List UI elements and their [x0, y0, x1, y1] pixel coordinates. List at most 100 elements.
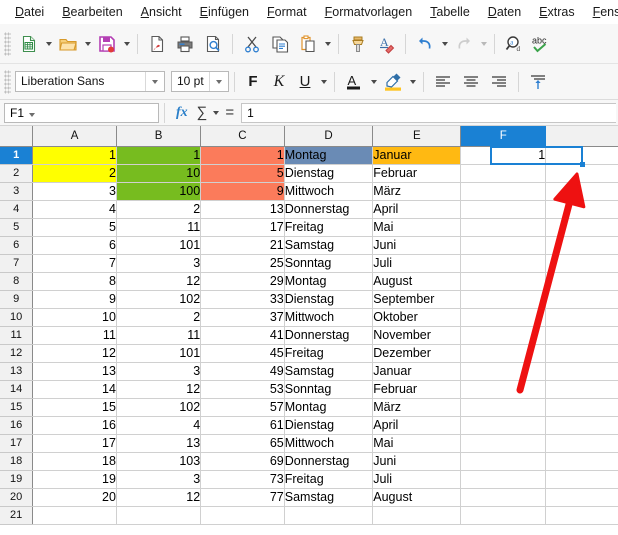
undo-dropdown[interactable] [439, 30, 450, 58]
row-header-14[interactable]: 14 [0, 380, 34, 399]
cell-D16[interactable]: Dienstag [284, 416, 374, 435]
cell-C19[interactable]: 73 [200, 470, 285, 489]
cell-D11[interactable]: Donnerstag [284, 326, 374, 345]
cell-D12[interactable]: Freitag [284, 344, 374, 363]
cell-F6[interactable] [460, 236, 547, 255]
cell-B21[interactable] [116, 506, 202, 525]
cell-B1[interactable]: 1 [116, 146, 202, 165]
sum-dropdown[interactable] [210, 99, 221, 127]
cell-B5[interactable]: 11 [116, 218, 202, 237]
row-header-19[interactable]: 19 [0, 470, 34, 489]
row-header-2[interactable]: 2 [0, 164, 34, 183]
cell-G7[interactable] [545, 254, 618, 273]
cell-C13[interactable]: 49 [200, 362, 285, 381]
cell-F14[interactable] [460, 380, 547, 399]
cell-E9[interactable]: September [372, 290, 462, 309]
align-left-icon[interactable] [429, 68, 457, 96]
clear-formatting-icon[interactable]: A [372, 30, 400, 58]
cell-D7[interactable]: Sonntag [284, 254, 374, 273]
find-replace-icon[interactable]: a d [500, 30, 528, 58]
highlight-color-icon[interactable] [379, 68, 407, 96]
row-header-9[interactable]: 9 [0, 290, 34, 309]
align-center-icon[interactable] [457, 68, 485, 96]
column-header-b[interactable]: B [116, 126, 202, 147]
cell-C12[interactable]: 45 [200, 344, 285, 363]
cell-E18[interactable]: Juni [372, 452, 462, 471]
cell-B15[interactable]: 102 [116, 398, 202, 417]
cell-A6[interactable]: 6 [32, 236, 117, 255]
menu-item-daten[interactable]: Daten [479, 3, 530, 21]
cell-G13[interactable] [545, 362, 618, 381]
cell-G9[interactable] [545, 290, 618, 309]
cell-D5[interactable]: Freitag [284, 218, 374, 237]
cell-A9[interactable]: 9 [32, 290, 117, 309]
cell-D6[interactable]: Samstag [284, 236, 374, 255]
align-top-icon[interactable] [524, 68, 552, 96]
cell-C8[interactable]: 29 [200, 272, 285, 291]
cell-D15[interactable]: Montag [284, 398, 374, 417]
cell-D19[interactable]: Freitag [284, 470, 374, 489]
menu-item-datei[interactable]: Datei [6, 3, 53, 21]
cell-A15[interactable]: 15 [32, 398, 117, 417]
cell-E11[interactable]: November [372, 326, 462, 345]
cell-A14[interactable]: 14 [32, 380, 117, 399]
cell-A10[interactable]: 10 [32, 308, 117, 327]
column-header-f[interactable]: F [460, 126, 547, 147]
cell-C10[interactable]: 37 [200, 308, 285, 327]
cell-G5[interactable] [545, 218, 618, 237]
cell-C11[interactable]: 41 [200, 326, 285, 345]
cell-A12[interactable]: 12 [32, 344, 117, 363]
cell-G10[interactable] [545, 308, 618, 327]
cell-E7[interactable]: Juli [372, 254, 462, 273]
cell-E1[interactable]: Januar [372, 146, 462, 165]
font-name-combobox[interactable]: Liberation Sans [15, 71, 165, 92]
cell-E10[interactable]: Oktober [372, 308, 462, 327]
cell-G18[interactable] [545, 452, 618, 471]
row-header-10[interactable]: 10 [0, 308, 34, 327]
cell-E21[interactable] [372, 506, 462, 525]
column-header-e[interactable]: E [372, 126, 462, 147]
row-header-4[interactable]: 4 [0, 200, 34, 219]
cell-G12[interactable] [545, 344, 618, 363]
cell-C5[interactable]: 17 [200, 218, 285, 237]
cell-C4[interactable]: 13 [200, 200, 285, 219]
cell-D13[interactable]: Samstag [284, 362, 374, 381]
cell-C21[interactable] [200, 506, 285, 525]
column-header-a[interactable]: A [32, 126, 117, 147]
menu-item-tabelle[interactable]: Tabelle [421, 3, 479, 21]
export-pdf-icon[interactable] [143, 30, 171, 58]
cell-C3[interactable]: 9 [200, 182, 285, 201]
undo-icon[interactable] [411, 30, 439, 58]
cell-B3[interactable]: 100 [116, 182, 202, 201]
cell-E15[interactable]: März [372, 398, 462, 417]
row-header-13[interactable]: 13 [0, 362, 34, 381]
cell-E8[interactable]: August [372, 272, 462, 291]
spelling-icon[interactable]: abc [528, 30, 556, 58]
cell-B19[interactable]: 3 [116, 470, 202, 489]
row-header-18[interactable]: 18 [0, 452, 34, 471]
row-header-8[interactable]: 8 [0, 272, 34, 291]
cell-A2[interactable]: 2 [32, 164, 117, 183]
cell-D9[interactable]: Dienstag [284, 290, 374, 309]
formula-icon[interactable]: = [221, 104, 241, 121]
cell-F1[interactable]: 1 [460, 146, 547, 165]
cell-F3[interactable] [460, 182, 547, 201]
cell-D21[interactable] [284, 506, 374, 525]
cell-F20[interactable] [460, 488, 547, 507]
open-document-dropdown[interactable] [82, 30, 93, 58]
cell-C9[interactable]: 33 [200, 290, 285, 309]
column-header-c[interactable]: C [200, 126, 285, 147]
font-size-dropdown-arrow[interactable] [209, 72, 228, 91]
cell-E3[interactable]: März [372, 182, 462, 201]
cell-F4[interactable] [460, 200, 547, 219]
cell-B12[interactable]: 101 [116, 344, 202, 363]
cell-F17[interactable] [460, 434, 547, 453]
font-size-combobox[interactable]: 10 pt [171, 71, 229, 92]
save-document-dropdown[interactable] [121, 30, 132, 58]
cell-D14[interactable]: Sonntag [284, 380, 374, 399]
row-header-11[interactable]: 11 [0, 326, 34, 345]
cell-B7[interactable]: 3 [116, 254, 202, 273]
menu-item-format[interactable]: Format [258, 3, 316, 21]
select-all-corner[interactable] [0, 126, 34, 147]
menu-item-bearbeiten[interactable]: Bearbeiten [53, 3, 131, 21]
